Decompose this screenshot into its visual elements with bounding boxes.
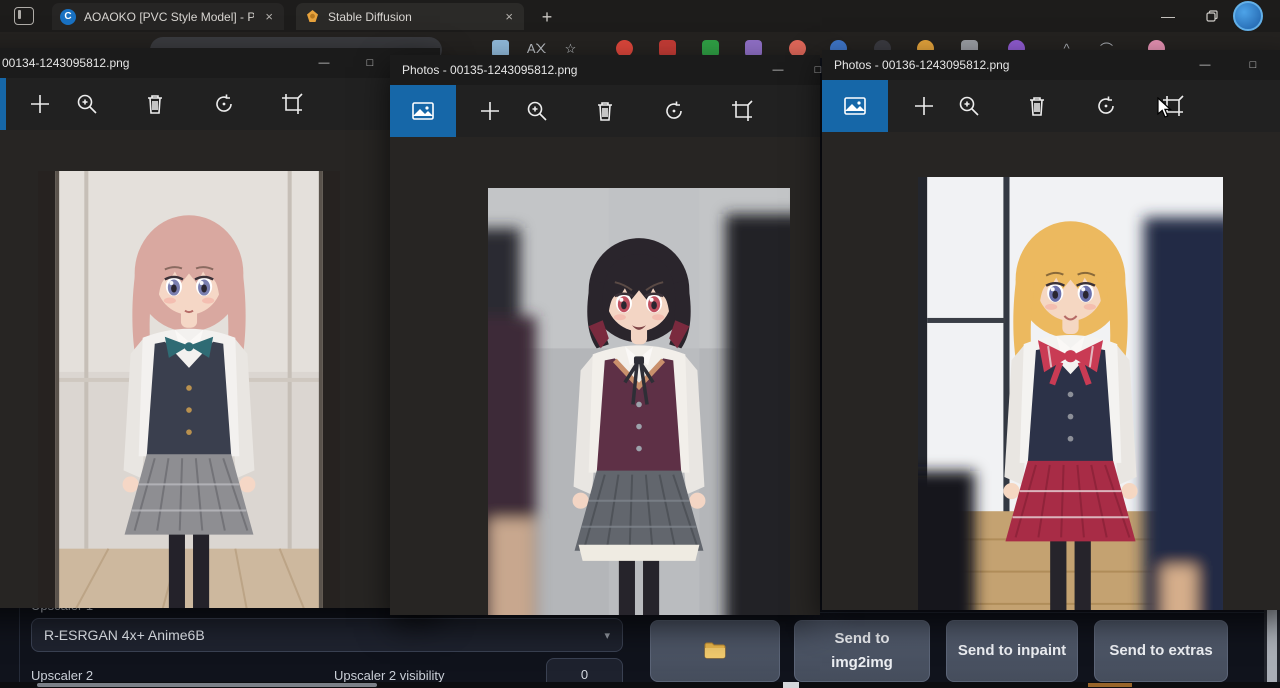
add-icon[interactable] — [908, 90, 940, 122]
upscaler2-visibility-label: Upscaler 2 visibility — [334, 668, 445, 683]
taskbar — [0, 682, 1280, 688]
photos-window-1: 00134-1243095812.png — □ — [0, 48, 440, 608]
upscaler1-value: R-ESRGAN 4x+ Anime6B — [44, 627, 604, 643]
add-icon[interactable] — [474, 95, 506, 127]
taskbar-search[interactable] — [37, 683, 377, 687]
browser-restore-button[interactable] — [1190, 0, 1234, 32]
stable-diffusion-favicon — [304, 9, 320, 25]
rotate-icon[interactable] — [1090, 90, 1122, 122]
photos-window-3: Photos - 00136-1243095812.png — □ — [822, 50, 1280, 610]
folder-icon — [704, 642, 726, 660]
window-title: 00134-1243095812.png — [2, 56, 129, 70]
delete-icon[interactable] — [139, 88, 171, 120]
crop-icon[interactable] — [276, 88, 308, 120]
photo-image-00136 — [918, 177, 1223, 610]
delete-icon[interactable] — [589, 95, 621, 127]
mouse-cursor — [1157, 97, 1173, 124]
crop-icon[interactable] — [726, 95, 758, 127]
see-all-photos-button[interactable] — [0, 78, 6, 130]
profile-avatar[interactable] — [1233, 1, 1263, 31]
zoom-icon[interactable] — [953, 90, 985, 122]
delete-icon[interactable] — [1021, 90, 1053, 122]
tab-close-icon[interactable]: × — [262, 10, 276, 23]
taskbar-hidden-icons-button[interactable] — [783, 682, 799, 688]
maximize-button[interactable]: □ — [350, 48, 390, 78]
taskbar-clock[interactable] — [1088, 683, 1132, 687]
send-to-extras-button[interactable]: Send to extras — [1094, 620, 1228, 682]
open-folder-button[interactable] — [650, 620, 780, 682]
minimize-button[interactable]: — — [1185, 50, 1225, 80]
browser-tab-2[interactable]: Stable Diffusion × — [296, 3, 524, 30]
title-bar[interactable]: Photos - 00136-1243095812.png — □ — [822, 50, 1280, 80]
tab-title: Stable Diffusion — [328, 10, 494, 24]
chevron-down-icon: ▾ — [604, 629, 610, 642]
title-bar[interactable]: Photos - 00135-1243095812.png — □ — [390, 55, 820, 85]
rotate-icon[interactable] — [208, 88, 240, 120]
minimize-button[interactable]: — — [758, 55, 798, 85]
tab-close-icon[interactable]: × — [502, 10, 516, 23]
photos-toolbar — [0, 78, 440, 130]
desktop: C AOAOKO [PVC Style Model] - PV × Stable… — [0, 0, 1280, 688]
photos-toolbar — [822, 80, 1280, 132]
photo-view — [390, 137, 820, 615]
new-tab-button[interactable]: + — [534, 4, 560, 30]
send-to-img2img-button[interactable]: Send to img2img — [794, 620, 930, 682]
tab-overview-icon[interactable] — [14, 7, 34, 25]
zoom-icon[interactable] — [521, 95, 553, 127]
rotate-icon[interactable] — [658, 95, 690, 127]
browser-tab-1[interactable]: C AOAOKO [PVC Style Model] - PV × — [52, 3, 284, 30]
see-all-photos-button[interactable] — [822, 80, 888, 132]
minimize-button[interactable]: — — [304, 48, 344, 78]
send-to-inpaint-button[interactable]: Send to inpaint — [946, 620, 1078, 682]
tab-title: AOAOKO [PVC Style Model] - PV — [84, 10, 254, 24]
title-bar[interactable]: 00134-1243095812.png — □ — [0, 48, 440, 78]
browser-tab-strip: C AOAOKO [PVC Style Model] - PV × Stable… — [0, 0, 1280, 32]
window-title: Photos - 00136-1243095812.png — [834, 58, 1009, 72]
zoom-icon[interactable] — [71, 88, 103, 120]
photo-view — [822, 132, 1280, 610]
upscaler2-label: Upscaler 2 — [31, 668, 93, 683]
window-title: Photos - 00135-1243095812.png — [402, 63, 577, 77]
photo-view — [0, 130, 440, 608]
photo-image-00134 — [38, 171, 340, 608]
photos-toolbar — [390, 85, 820, 137]
browser-minimize-button[interactable]: — — [1146, 0, 1190, 32]
photo-image-00135 — [488, 188, 790, 615]
add-icon[interactable] — [24, 88, 56, 120]
see-all-photos-button[interactable] — [390, 85, 456, 137]
civitai-favicon: C — [60, 9, 76, 25]
photos-window-2: Photos - 00135-1243095812.png — □ — [390, 55, 820, 615]
upscaler1-dropdown[interactable]: R-ESRGAN 4x+ Anime6B ▾ — [31, 618, 623, 652]
maximize-button[interactable]: □ — [1233, 50, 1273, 80]
